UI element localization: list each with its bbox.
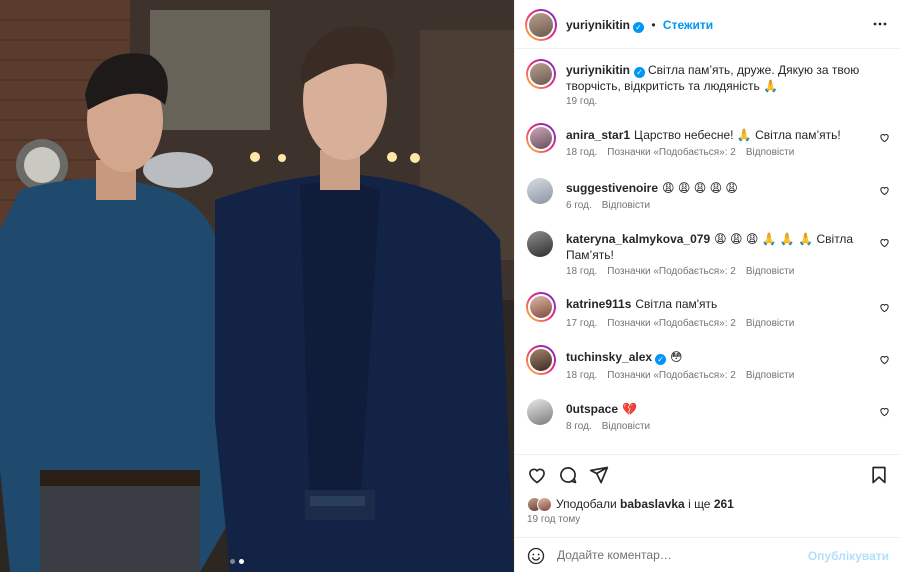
comment-username[interactable]: suggestivenoire: [566, 181, 658, 195]
comment-text: 0utspace 💔: [566, 401, 866, 417]
commenter-avatar[interactable]: [526, 123, 556, 153]
add-comment-bar: Опублікувати: [515, 537, 900, 572]
verified-icon: ✓: [634, 67, 646, 78]
heart-icon[interactable]: [879, 185, 890, 196]
comment-username[interactable]: 0utspace: [566, 402, 618, 416]
carousel-indicator: [230, 559, 244, 564]
post-timestamp[interactable]: 19 год тому: [527, 514, 580, 525]
share-icon[interactable]: [589, 465, 609, 485]
comment-time[interactable]: 18 год.: [566, 147, 597, 158]
reply-button[interactable]: Відповісти: [746, 266, 794, 277]
caption-username[interactable]: yuriynikitin: [566, 63, 630, 77]
comment-text: katrine911s Світла пам'ять: [566, 296, 866, 312]
comment-body: 😩 😩 😩 😩 😩: [662, 181, 738, 195]
comment-input[interactable]: [557, 548, 787, 562]
post-photo[interactable]: [0, 0, 514, 572]
liker-avatar: [537, 496, 552, 512]
commenter-avatar[interactable]: [527, 231, 553, 257]
photo-image: [0, 0, 514, 572]
carousel-dot[interactable]: [230, 559, 235, 564]
reply-button[interactable]: Відповісти: [746, 147, 794, 158]
action-bar: [515, 454, 900, 494]
comment-text: suggestivenoire 😩 😩 😩 😩 😩: [566, 180, 866, 196]
verified-icon: ✓: [633, 22, 645, 33]
comment-time[interactable]: 18 год.: [566, 370, 597, 381]
comment-like-count[interactable]: Позначки «Подобається»: 2: [607, 370, 736, 381]
comment-time[interactable]: 6 год.: [566, 200, 592, 211]
heart-icon[interactable]: [879, 302, 890, 313]
liker-username[interactable]: babaslavka: [620, 497, 685, 511]
commenter-avatar[interactable]: [526, 292, 556, 322]
comment-text: kateryna_kalmykova_079 😩 😩 😩 🙏 🙏 🙏 Світла…: [566, 231, 866, 263]
comments-list[interactable]: yuriynikitin ✓ Світла пам’ять, друже. Дяку…: [515, 49, 900, 454]
comment-meta: 8 год. Відповісти: [566, 421, 660, 432]
comment-body: Царство небесне! 🙏 Світла пам’ять!: [634, 128, 841, 142]
comment-meta: 17 год. Позначки «Подобається»: 2 Відповіс…: [566, 318, 804, 329]
comment-like-count[interactable]: Позначки «Подобається»: 2: [607, 266, 736, 277]
likes-summary[interactable]: Уподобали babaslavka і ще 261: [527, 496, 734, 512]
verified-icon: ✓: [655, 354, 667, 365]
comment-text: tuchinsky_alex ✓ 😳: [566, 349, 866, 365]
comment-username[interactable]: anira_star1: [566, 128, 630, 142]
comment-time[interactable]: 8 год.: [566, 421, 592, 432]
post-header: yuriynikitin ✓ • Стежити: [515, 0, 900, 49]
heart-icon[interactable]: [879, 132, 890, 143]
comment-body: Світла пам'ять: [635, 297, 718, 311]
carousel-dot-active[interactable]: [239, 559, 244, 564]
commenter-avatar[interactable]: [526, 345, 556, 375]
caption-avatar[interactable]: [526, 59, 556, 89]
likes-middle: і ще: [688, 497, 711, 511]
comment-meta: 6 год. Відповісти: [566, 200, 660, 211]
likes-count[interactable]: 261: [714, 497, 734, 511]
comment-meta: 18 год. Позначки «Подобається»: 2 Відповіс…: [566, 147, 804, 158]
comment-body: 😳: [670, 350, 683, 364]
comment-username[interactable]: kateryna_kalmykova_079: [566, 232, 710, 246]
author-username[interactable]: yuriynikitin: [566, 18, 630, 32]
post-comment-button[interactable]: Опублікувати: [808, 549, 889, 563]
comment-text: anira_star1 Царство небесне! 🙏 Світла пам…: [566, 127, 866, 143]
reply-button[interactable]: Відповісти: [746, 318, 794, 329]
heart-icon[interactable]: [879, 354, 890, 365]
caption-text: yuriynikitin ✓ Світла пам’ять, друже. Дяку…: [566, 62, 866, 94]
separator-dot: •: [651, 18, 656, 32]
post-side-panel: yuriynikitin ✓ • Стежити yuriynikitin ✓ Сві…: [514, 0, 900, 572]
commenter-avatar[interactable]: [527, 178, 553, 204]
more-horizontal-icon[interactable]: [873, 17, 887, 31]
save-bookmark-icon[interactable]: [869, 465, 889, 485]
reply-button[interactable]: Відповісти: [602, 421, 650, 432]
caption-meta: 19 год.: [566, 96, 607, 107]
reply-button[interactable]: Відповісти: [746, 370, 794, 381]
reply-button[interactable]: Відповісти: [602, 200, 650, 211]
comment-like-count[interactable]: Позначки «Подобається»: 2: [607, 318, 736, 329]
follow-button[interactable]: Стежити: [663, 18, 713, 32]
comment-body: 💔: [622, 402, 637, 416]
likes-text: Уподобали babaslavka і ще 261: [556, 497, 734, 511]
comment-meta: 18 год. Позначки «Подобається»: 2 Відповіс…: [566, 370, 804, 381]
author-avatar[interactable]: [525, 9, 557, 41]
comment-username[interactable]: tuchinsky_alex: [566, 350, 652, 364]
likes-prefix: Уподобали: [556, 497, 617, 511]
heart-icon[interactable]: [879, 406, 890, 417]
caption-time[interactable]: 19 год.: [566, 96, 597, 107]
like-heart-icon[interactable]: [527, 465, 547, 485]
comment-time[interactable]: 17 год.: [566, 318, 597, 329]
comment-time[interactable]: 18 год.: [566, 266, 597, 277]
emoji-icon[interactable]: [527, 547, 545, 565]
heart-icon[interactable]: [879, 237, 890, 248]
commenter-avatar[interactable]: [527, 399, 553, 425]
comment-meta: 18 год. Позначки «Подобається»: 2 Відповіс…: [566, 266, 804, 277]
comment-icon[interactable]: [558, 465, 578, 485]
comment-username[interactable]: katrine911s: [566, 297, 631, 311]
comment-like-count[interactable]: Позначки «Подобається»: 2: [607, 147, 736, 158]
